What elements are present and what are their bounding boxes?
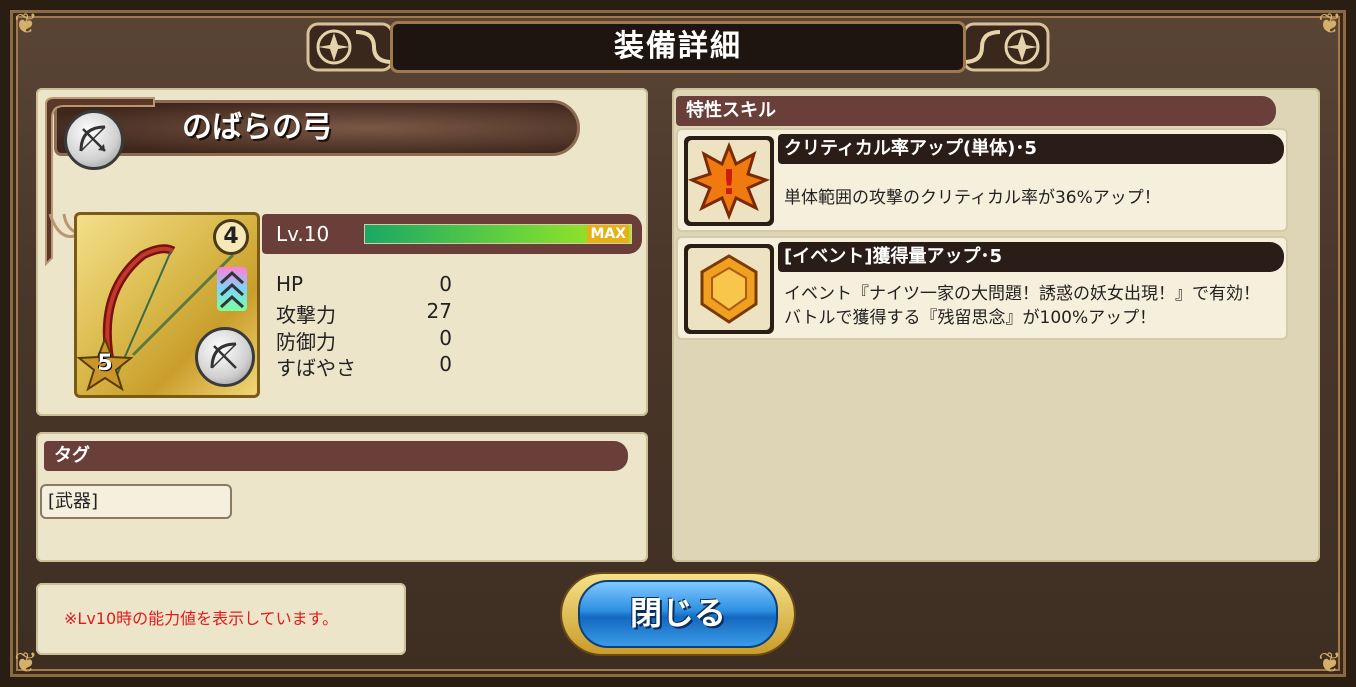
skill-icon-frame [684, 244, 774, 334]
svg-text:!: ! [721, 163, 737, 203]
rarity-value: 5 [97, 351, 113, 376]
skill-description-line: イベント『ナイツ一家の大問題！誘惑の妖女出現！』で有効！ [784, 284, 1260, 304]
stat-label: 攻撃力 [276, 303, 336, 327]
skill-header: 特性スキル [676, 96, 1276, 126]
level-progress-bar: MAX [364, 224, 632, 244]
item-name: のばらの弓 [182, 110, 332, 145]
stat-speed: すばやさ 0 [276, 352, 452, 381]
corner-ornament: ❦ [1318, 7, 1342, 40]
bow-type-icon [195, 327, 255, 387]
skill-description-line: バトルで獲得する『残留思念』が100%アップ！ [784, 308, 1157, 328]
critical-icon: ! [687, 141, 771, 221]
stat-hp: HP 0 [276, 272, 452, 296]
skill-description: 単体範囲の攻撃のクリティカル率が36%アップ！ [784, 188, 1161, 208]
tag-header: タグ [44, 441, 628, 471]
skill-title: クリティカル率アップ(単体)･5 [778, 134, 1284, 164]
level-label: Lv.10 [276, 222, 330, 246]
dialog-title: 装備詳細 [390, 21, 966, 73]
skill-card[interactable]: ! クリティカル率アップ(単体)･5 単体範囲の攻撃のクリティカル率が36%アッ… [676, 128, 1288, 232]
close-button[interactable]: 閉じる [562, 574, 794, 654]
item-card: 4 5 [74, 212, 260, 398]
title-ornament-right [962, 22, 1050, 72]
rarity-star-icon: 5 [76, 336, 134, 393]
stat-value: 0 [439, 326, 452, 350]
corner-ornament: ❦ [1318, 646, 1342, 679]
max-badge: MAX [587, 225, 629, 243]
level-note: ※Lv10時の能力値を表示しています。 [36, 583, 406, 655]
stat-value: 0 [439, 352, 452, 376]
gem-icon [700, 254, 758, 324]
close-button-label[interactable]: 閉じる [578, 580, 778, 648]
stat-defense: 防御力 0 [276, 326, 452, 355]
stat-label: 防御力 [276, 330, 336, 354]
stat-value: 27 [426, 299, 452, 323]
skill-icon-frame: ! [684, 136, 774, 226]
corner-ornament: ❦ [14, 7, 38, 40]
rank-chevron-icon [217, 267, 247, 311]
title-ornament-left [306, 22, 394, 72]
stat-label: HP [276, 272, 304, 296]
skill-card[interactable]: [イベント]獲得量アップ･5 イベント『ナイツ一家の大問題！誘惑の妖女出現！』で… [676, 236, 1288, 340]
stat-attack: 攻撃力 27 [276, 299, 452, 328]
skill-title: [イベント]獲得量アップ･5 [778, 242, 1284, 272]
tag-item: [武器] [40, 484, 232, 519]
bow-category-icon [64, 110, 124, 170]
enhance-count-badge: 4 [213, 219, 249, 255]
stat-label: すばやさ [276, 356, 356, 380]
stat-value: 0 [439, 272, 452, 296]
